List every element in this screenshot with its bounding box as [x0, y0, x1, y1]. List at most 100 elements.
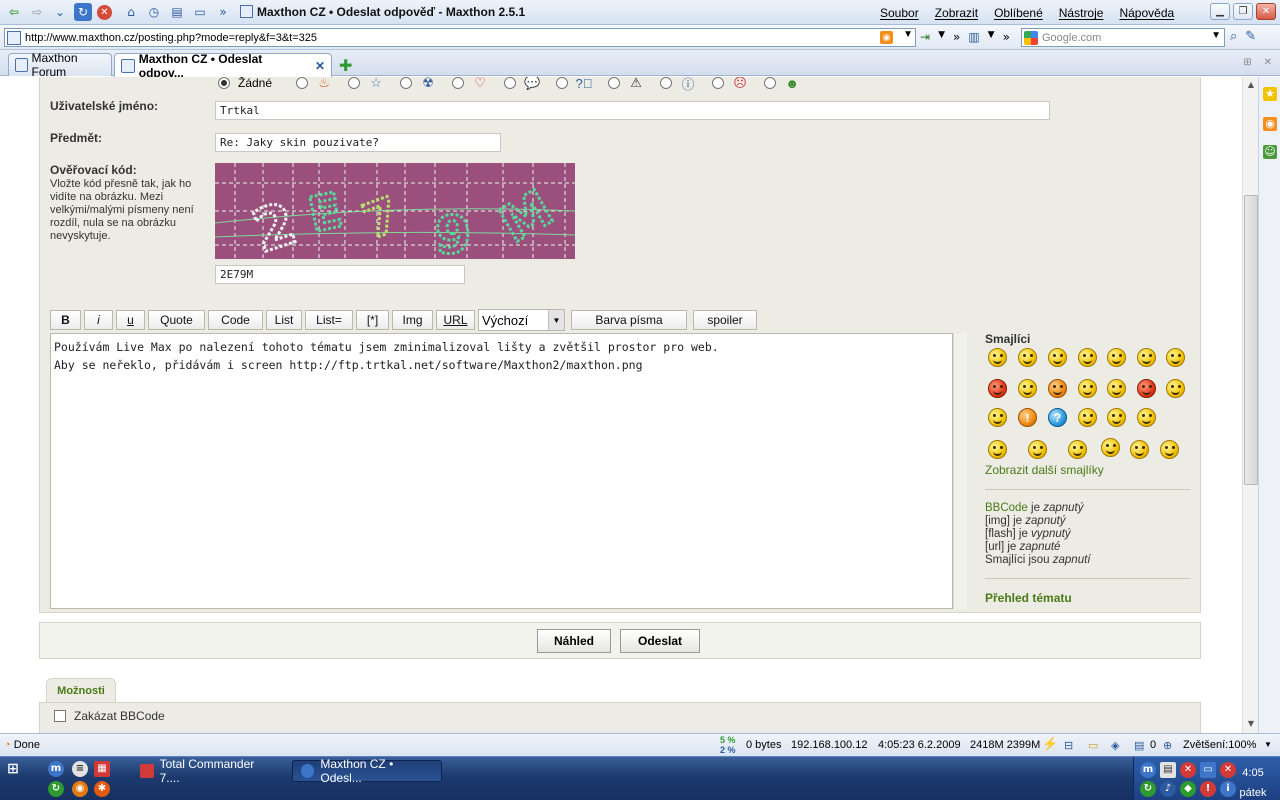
smiley-arrow-icon[interactable] — [1107, 408, 1126, 427]
task-total-commander[interactable]: Total Commander 7.... — [132, 757, 282, 785]
bold-button[interactable]: B — [50, 310, 81, 330]
menu-help[interactable]: Nápověda — [1119, 6, 1174, 20]
task-maxthon[interactable]: Maxthon CZ • Odesl... — [292, 757, 442, 785]
menu-tools[interactable]: Nástroje — [1059, 6, 1104, 20]
smiley-happy-icon[interactable] — [1166, 348, 1185, 367]
smiley-idea-icon[interactable] — [1078, 408, 1097, 427]
icon-none-radio[interactable] — [218, 77, 230, 89]
quote-button[interactable]: Quote — [148, 310, 205, 330]
tray-app-icon[interactable]: ▤ — [1160, 762, 1176, 778]
smiley-wink-icon[interactable] — [1048, 348, 1067, 367]
smiley-whistle-icon[interactable] — [988, 440, 1007, 459]
smiley-question-icon[interactable]: ? — [1048, 408, 1067, 427]
maxthon-launch-icon[interactable]: m — [48, 761, 64, 777]
topic-review-link[interactable]: Přehled tématu — [985, 591, 1072, 605]
search-dropdown-icon[interactable]: ▼ — [1211, 30, 1221, 41]
user-icon[interactable]: ☺ — [1263, 145, 1277, 159]
captcha-field[interactable]: 2E79M — [215, 265, 465, 284]
pen-icon[interactable]: ✎ — [1245, 29, 1256, 44]
smiley-rolleyes-icon[interactable] — [1166, 379, 1185, 398]
font-size-select[interactable]: Výchozí ▼ — [478, 309, 565, 331]
stop-icon[interactable]: ✕ — [97, 4, 112, 20]
spoiler-button[interactable]: spoiler — [693, 310, 757, 330]
go-icon[interactable]: ⇥ — [920, 30, 930, 44]
refresh-launch-icon[interactable]: ↻ — [48, 781, 64, 797]
book-icon[interactable]: ▥ — [968, 30, 979, 44]
back-icon[interactable]: ⇦ — [5, 3, 23, 21]
smiley-cool-icon[interactable] — [1137, 348, 1156, 367]
icon-radio[interactable] — [504, 77, 517, 89]
tray-sync-icon[interactable]: ↻ — [1140, 781, 1156, 797]
smiley-evil-icon[interactable] — [1137, 379, 1156, 398]
smiley-crazy-icon[interactable] — [1130, 440, 1149, 459]
img-button[interactable]: Img — [392, 310, 433, 330]
url-dropdown-icon[interactable]: ▼ — [903, 29, 913, 40]
message-textarea[interactable]: Používám Live Max po nalezení tohoto tém… — [50, 333, 953, 609]
code-button[interactable]: Code — [208, 310, 263, 330]
url-button[interactable]: URL — [436, 310, 475, 330]
tray-maxthon-icon[interactable]: m — [1140, 762, 1156, 778]
home-icon[interactable]: ⌂ — [122, 3, 140, 21]
smiley-shocked-icon[interactable] — [1078, 348, 1097, 367]
apps-launch-icon[interactable]: ≡ — [72, 761, 88, 777]
smiley-think-icon[interactable] — [1068, 440, 1087, 459]
close-tab-icon[interactable]: ✕ — [315, 59, 325, 73]
page-scrollbar[interactable]: ▲ ▼ — [1242, 77, 1258, 733]
rss-icon[interactable]: ◉ — [1263, 117, 1277, 131]
smiley-confused-icon[interactable] — [1078, 379, 1097, 398]
total-commander-launch-icon[interactable]: ▦ — [94, 761, 110, 777]
smiley-neutral-icon[interactable] — [1107, 348, 1126, 367]
scroll-down-icon[interactable]: ▼ — [1245, 719, 1257, 728]
zoom-dropdown-icon[interactable]: ▼ — [1264, 740, 1272, 749]
start-icon[interactable]: ⊞ — [5, 761, 21, 777]
smiley-grin-icon[interactable] — [988, 348, 1007, 367]
tabs-icon[interactable]: ▭ — [191, 3, 209, 21]
list-button[interactable]: List — [266, 310, 302, 330]
smiley-exclaim-icon[interactable]: ! — [1018, 408, 1037, 427]
firefox-launch-icon[interactable]: ✱ — [94, 781, 110, 797]
more-icon[interactable]: » — [214, 3, 232, 21]
smiley-laugh-icon[interactable] — [1107, 379, 1126, 398]
italic-button[interactable]: i — [84, 310, 113, 330]
favorites-star-icon[interactable]: ★ — [1263, 87, 1277, 101]
preview-button[interactable]: Náhled — [537, 629, 611, 653]
icon-radio[interactable] — [608, 77, 621, 89]
smiley-cry-icon[interactable] — [1160, 440, 1179, 459]
book-dropdown-icon[interactable]: ▼ — [988, 30, 995, 44]
url-input[interactable]: http://www.maxthon.cz/posting.php?mode=r… — [4, 28, 916, 47]
submit-button[interactable]: Odeslat — [620, 629, 700, 653]
scroll-up-icon[interactable]: ▲ — [1245, 80, 1257, 89]
close-all-icon[interactable]: ✕ — [1264, 57, 1272, 68]
smiley-angel-icon[interactable] — [1101, 438, 1120, 457]
smiley-smile-icon[interactable] — [1018, 348, 1037, 367]
tray-network2-icon[interactable]: ✕ — [1220, 762, 1236, 778]
icon-radio[interactable] — [452, 77, 465, 89]
menu-file[interactable]: Soubor — [880, 6, 919, 20]
minimize-button[interactable]: ▁ — [1210, 3, 1230, 20]
layers-icon[interactable]: ◈ — [1111, 739, 1119, 752]
smiley-sad-icon[interactable] — [1048, 379, 1067, 398]
browser-launch-icon[interactable]: ◉ — [72, 781, 88, 797]
icon-radio[interactable] — [556, 77, 569, 89]
options-tab[interactable]: Možnosti — [46, 678, 116, 702]
subject-field[interactable]: Re: Jaky skin pouzivate? — [215, 133, 501, 152]
smiley-mad-icon[interactable] — [988, 379, 1007, 398]
smiley-twisted-icon[interactable] — [988, 408, 1007, 427]
tab-maxthon-forum[interactable]: Maxthon Forum — [8, 51, 112, 79]
tray-info-icon[interactable]: i — [1220, 781, 1236, 797]
bbcode-link[interactable]: BBCode — [985, 502, 1028, 514]
tray-shield-icon[interactable]: ◆ — [1180, 781, 1196, 797]
new-tab-icon[interactable]: ✚ — [339, 56, 352, 75]
more-smilies-link[interactable]: Zobrazit další smajlíky — [985, 463, 1104, 477]
icon-radio[interactable] — [764, 77, 777, 89]
more-icon[interactable]: » — [1003, 30, 1010, 44]
restore-button[interactable]: ❐ — [1233, 3, 1253, 20]
list-item-button[interactable]: [*] — [356, 310, 389, 330]
favorites-icon[interactable]: ▤ — [168, 3, 186, 21]
smiley-plain-icon[interactable] — [1137, 408, 1156, 427]
search-icon[interactable]: ⌕ — [1230, 29, 1237, 44]
disable-bbcode-option[interactable]: Zakázat BBCode — [54, 709, 165, 723]
folder-icon[interactable]: ▭ — [1088, 739, 1098, 752]
page-icon[interactable]: ▤ — [1134, 739, 1144, 752]
menu-favorites[interactable]: Oblíbené — [994, 6, 1043, 20]
